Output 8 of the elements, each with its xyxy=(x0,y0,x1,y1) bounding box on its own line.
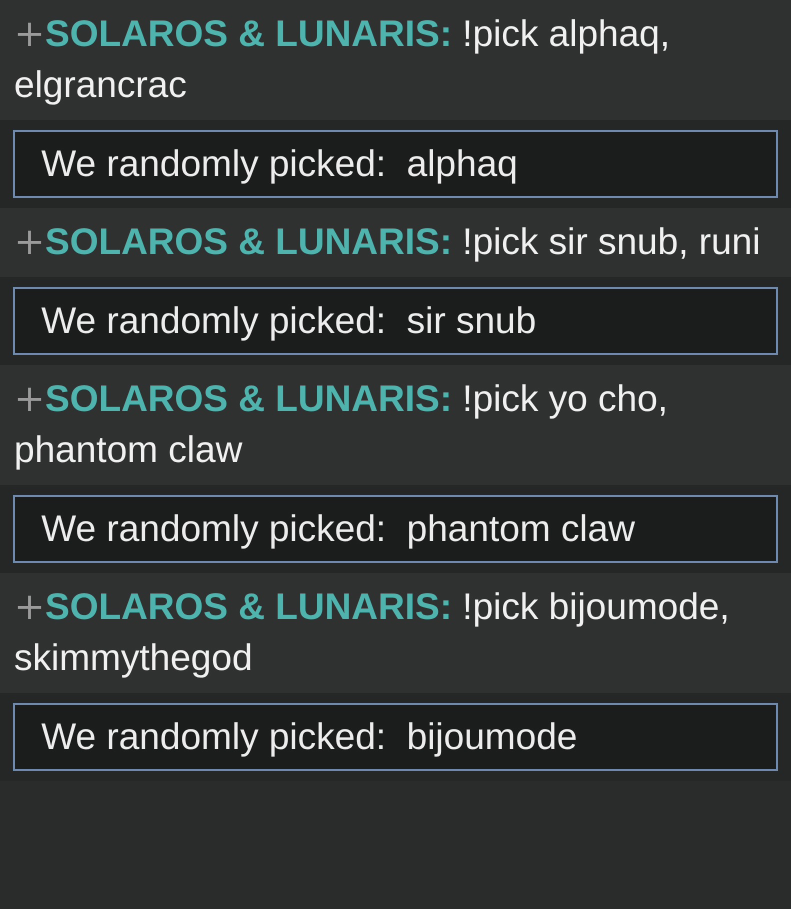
chat-message: +SOLAROS & LUNARIS: !pick yo cho, phantom claw xyxy=(14,376,669,472)
chat-message: +SOLAROS & LUNARIS: !pick bijoumode, skimmythegod xyxy=(14,584,731,680)
bot-reply-text: We randomly picked: bijoumode xyxy=(40,715,578,759)
bot-reply-text: We randomly picked: phantom claw xyxy=(40,507,636,551)
bot-reply-text: We randomly picked: sir snub xyxy=(40,299,538,343)
chat-message: +SOLAROS & LUNARIS: !pick sir snub, runi xyxy=(14,219,762,265)
bot-reply-text: We randomly picked: alphaq xyxy=(40,142,519,186)
chat-message: +SOLAROS & LUNARIS: !pick alphaq, elgrancrac xyxy=(14,11,672,107)
